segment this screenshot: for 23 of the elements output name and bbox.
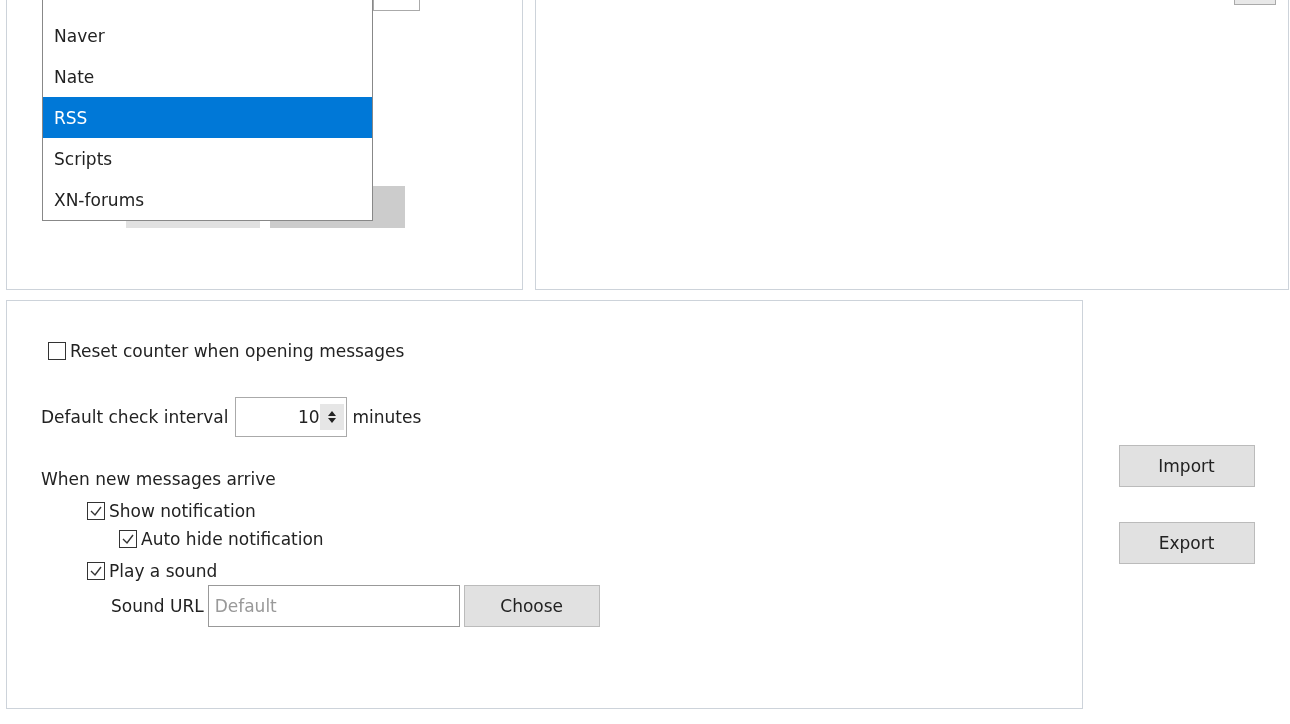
side-button[interactable]: Export: [1118, 522, 1255, 564]
checkbox[interactable]: [87, 562, 105, 580]
section-label: When new messages arrive: [41, 469, 276, 489]
dropdown-item[interactable]: XN-forums: [43, 179, 372, 220]
checkbox-label: Show notification: [109, 501, 256, 521]
checkbox[interactable]: [119, 530, 137, 548]
sound-url-field[interactable]: Default: [207, 585, 460, 627]
spin-arrows-icon[interactable]: [319, 404, 344, 430]
checkbox-label: Reset counter when opening messages: [70, 341, 405, 361]
checkbox-label: Auto hide notification: [141, 529, 324, 549]
interval-spinner[interactable]: 10: [234, 397, 347, 437]
unit-label: minutes: [352, 407, 422, 427]
checkbox[interactable]: [48, 342, 66, 360]
checkbox[interactable]: [87, 502, 105, 520]
checkbox-label: Play a sound: [109, 561, 218, 581]
dropdown-item[interactable]: Scripts: [43, 138, 372, 179]
sound-url-label: Sound URL: [111, 596, 204, 616]
interval-label: Default check interval: [41, 407, 229, 427]
dropdown-item[interactable]: Naver: [43, 15, 372, 56]
side-button[interactable]: Import: [1118, 445, 1255, 487]
choose-button[interactable]: Choose: [463, 585, 600, 627]
dropdown-item[interactable]: Nate: [43, 56, 372, 97]
dropdown-item[interactable]: RSS: [43, 97, 372, 138]
